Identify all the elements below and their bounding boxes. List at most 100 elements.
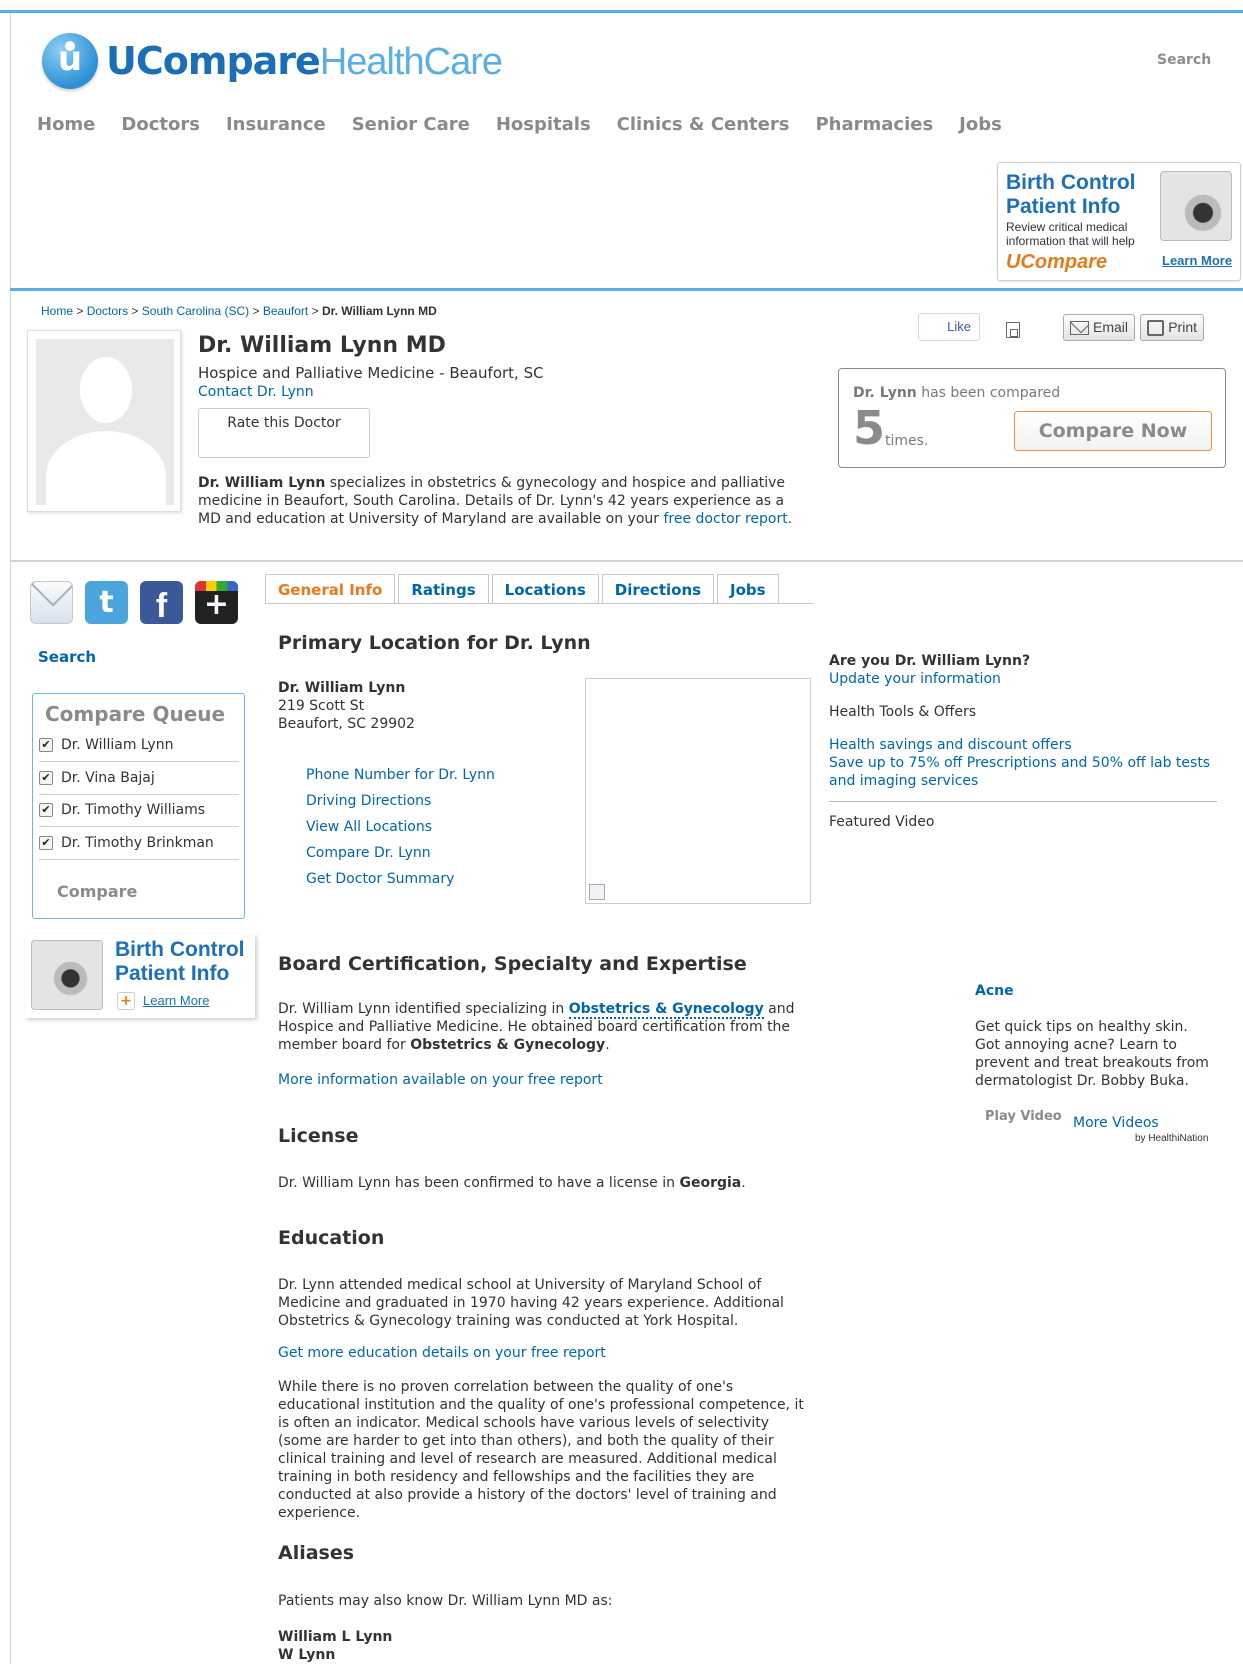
doctor-name: Dr. William Lynn MD xyxy=(198,333,446,358)
envelope-icon xyxy=(1070,321,1089,335)
checkbox-checked-icon[interactable]: ✔ xyxy=(39,771,53,785)
aliases-intro: Patients may also know Dr. William Lynn … xyxy=(278,1593,613,1609)
doctor-photo xyxy=(27,330,181,512)
health-offers: Health savings and discount offers Save … xyxy=(829,736,1217,790)
video-title-link[interactable]: Acne xyxy=(975,983,1014,999)
ad-birth-control-side[interactable]: Birth Control Patient Info + Learn More xyxy=(25,934,255,1018)
silhouette-icon xyxy=(80,357,132,423)
nav-hospitals[interactable]: Hospitals xyxy=(496,114,591,135)
profile-tabs: General Info Ratings Locations Direction… xyxy=(265,574,779,604)
health-savings-link[interactable]: Health savings and discount offers xyxy=(829,737,1072,753)
location-links: Phone Number for Dr. Lynn Driving Direct… xyxy=(306,762,495,892)
checkbox-checked-icon[interactable]: ✔ xyxy=(39,803,53,817)
compared-count: 5 xyxy=(853,401,886,455)
share-more-icon[interactable]: + xyxy=(195,581,238,624)
breadcrumb-current: Dr. William Lynn MD xyxy=(321,304,437,318)
phone-number-link[interactable]: Phone Number for Dr. Lynn xyxy=(306,762,495,788)
view-all-locations-link[interactable]: View All Locations xyxy=(306,814,495,840)
breadcrumb-city[interactable]: Beaufort xyxy=(263,304,308,318)
breadcrumb-doctors[interactable]: Doctors xyxy=(87,304,128,318)
nav-home[interactable]: Home xyxy=(37,114,95,135)
email-share-icon[interactable] xyxy=(30,581,73,624)
tab-general-info[interactable]: General Info xyxy=(265,574,396,604)
health-tools-label: Health Tools & Offers xyxy=(829,704,977,720)
main-nav: Home Doctors Insurance Senior Care Hospi… xyxy=(37,114,1002,135)
aliases-heading: Aliases xyxy=(278,1542,355,1564)
nav-senior-care[interactable]: Senior Care xyxy=(352,114,470,135)
checkbox-checked-icon[interactable]: ✔ xyxy=(39,738,53,752)
license-heading: License xyxy=(278,1125,359,1147)
nav-jobs[interactable]: Jobs xyxy=(959,114,1002,135)
more-info-link[interactable]: More information available on your free … xyxy=(278,1072,603,1088)
claim-profile: Are you Dr. William Lynn? Update your in… xyxy=(829,653,1031,687)
tab-locations[interactable]: Locations xyxy=(491,574,599,604)
location-map[interactable] xyxy=(585,678,811,904)
compare-queue-title: Compare Queue xyxy=(45,702,226,726)
breadcrumb-home[interactable]: Home xyxy=(41,304,73,318)
board-text: Dr. William Lynn identified specializing… xyxy=(278,1001,795,1053)
featured-video-label: Featured Video xyxy=(829,814,935,830)
facebook-icon[interactable]: f xyxy=(140,581,183,624)
specialty-link[interactable]: Obstetrics & Gynecology xyxy=(568,1001,764,1019)
play-video-button[interactable]: Play Video xyxy=(985,1109,1062,1124)
doctor-specialty: Hospice and Palliative Medicine - Beaufo… xyxy=(198,364,544,382)
queue-item[interactable]: ✔ Dr. Vina Bajaj xyxy=(39,762,239,795)
ad-image xyxy=(31,940,103,1010)
logo-icon: u xyxy=(42,33,98,89)
education-disclaimer: While there is no proven correlation bet… xyxy=(278,1379,804,1521)
nav-pharmacies[interactable]: Pharmacies xyxy=(815,114,933,135)
video-credit: by HealthiNation xyxy=(1135,1133,1209,1144)
save-up-link[interactable]: Save up to 75% off Prescriptions and 50%… xyxy=(829,755,1210,789)
ad-learn-more-link[interactable]: Learn More xyxy=(1162,253,1232,268)
free-report-link[interactable]: free doctor report xyxy=(663,511,787,527)
printer-icon xyxy=(1147,320,1165,336)
ad-learn-more-link[interactable]: Learn More xyxy=(143,993,209,1008)
ad-birth-control-top[interactable]: Birth Control Patient Info Review critica… xyxy=(997,162,1241,281)
site-logo[interactable]: u UCompareHealthCare xyxy=(42,30,503,92)
tab-jobs[interactable]: Jobs xyxy=(717,574,779,604)
video-description: Get quick tips on healthy skin. Got anno… xyxy=(975,1019,1209,1089)
queue-item[interactable]: ✔ Dr. Timothy Brinkman xyxy=(39,827,239,860)
queue-item[interactable]: ✔ Dr. Timothy Williams xyxy=(39,794,239,827)
sidebar-search-link[interactable]: Search xyxy=(38,648,96,666)
education-details-link[interactable]: Get more education details on your free … xyxy=(278,1345,606,1361)
share-icons: t f + xyxy=(30,581,238,624)
more-videos-link[interactable]: More Videos xyxy=(1073,1115,1159,1131)
broken-image-icon xyxy=(589,884,605,900)
update-info-link[interactable]: Update your information xyxy=(829,671,1001,687)
plus-icon: + xyxy=(117,992,135,1010)
header-search-link[interactable]: Search xyxy=(1157,52,1211,68)
license-text: Dr. William Lynn has been confirmed to h… xyxy=(278,1175,746,1191)
section-divider xyxy=(10,560,1243,562)
ad-image xyxy=(1160,171,1232,241)
like-button[interactable]: Like xyxy=(918,313,980,341)
primary-location-heading: Primary Location for Dr. Lynn xyxy=(278,632,591,654)
doctor-summary-link[interactable]: Get Doctor Summary xyxy=(306,866,495,892)
tab-ratings[interactable]: Ratings xyxy=(398,574,489,604)
education-text: Dr. Lynn attended medical school at Univ… xyxy=(278,1277,784,1329)
queue-item[interactable]: ✔ Dr. William Lynn xyxy=(39,729,239,762)
nav-insurance[interactable]: Insurance xyxy=(226,114,326,135)
education-heading: Education xyxy=(278,1227,385,1249)
driving-directions-link[interactable]: Driving Directions xyxy=(306,788,495,814)
breadcrumb: Home > Doctors > South Carolina (SC) > B… xyxy=(41,304,437,318)
board-heading: Board Certification, Specialty and Exper… xyxy=(278,953,747,975)
compared-box: Dr. Lynn has been compared 5 times. Comp… xyxy=(838,368,1226,468)
save-icon[interactable] xyxy=(1006,322,1020,338)
compare-doctor-link[interactable]: Compare Dr. Lynn xyxy=(306,840,495,866)
contact-doctor-link[interactable]: Contact Dr. Lynn xyxy=(198,384,314,400)
nav-clinics[interactable]: Clinics & Centers xyxy=(617,114,790,135)
nav-doctors[interactable]: Doctors xyxy=(121,114,200,135)
print-button[interactable]: Print xyxy=(1140,314,1204,341)
compare-now-button[interactable]: Compare Now xyxy=(1014,411,1212,451)
checkbox-checked-icon[interactable]: ✔ xyxy=(39,836,53,850)
queue-compare-button[interactable]: Compare xyxy=(57,882,137,901)
rate-doctor-button[interactable]: Rate this Doctor xyxy=(198,408,370,458)
tab-directions[interactable]: Directions xyxy=(601,574,715,604)
ad-brand: UCompare xyxy=(1006,251,1108,273)
email-button[interactable]: Email xyxy=(1063,314,1135,341)
twitter-icon[interactable]: t xyxy=(85,581,128,624)
header-divider xyxy=(10,288,1243,291)
aliases-list: William L Lynn W Lynn xyxy=(278,1629,393,1663)
breadcrumb-state[interactable]: South Carolina (SC) xyxy=(142,304,249,318)
